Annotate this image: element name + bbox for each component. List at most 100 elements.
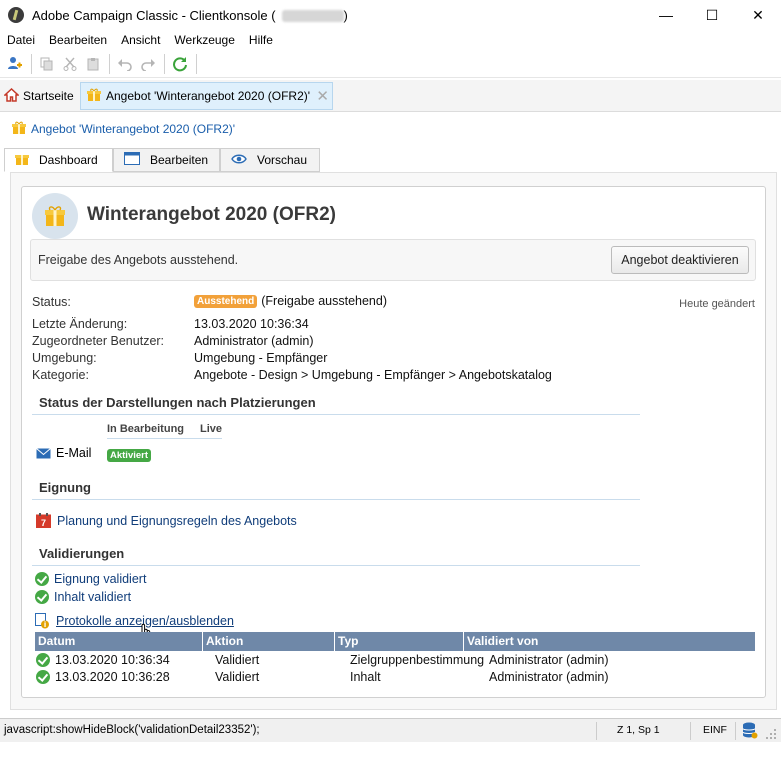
toolbar-separator [196,53,197,74]
toolbar-separator [31,53,32,74]
status-separator [596,722,597,740]
validations-section-title: Validierungen [32,546,640,566]
maximize-button[interactable]: ☐ [689,0,735,30]
toolbar-separator [164,53,165,74]
toolbar-separator [109,53,110,74]
cell-type: Inhalt [350,669,381,684]
resize-grip-icon[interactable] [765,728,777,740]
insert-mode: EINF [703,724,727,736]
table-row[interactable]: 13.03.2020 10:36:34 Validiert Zielgruppe… [35,651,755,668]
check-icon [35,572,49,586]
validation-log-table: Datum Aktion Typ Validiert von 13.03.202… [35,632,755,685]
menu-werkzeuge[interactable]: Werkzeuge [174,33,234,47]
category-value: Angebote - Design > Umgebung - Empfänger… [194,368,552,382]
new-user-icon[interactable] [4,53,26,75]
tab-edit-label: Bearbeiten [150,153,209,167]
tab-preview[interactable]: Vorschau [220,148,320,172]
minimize-button[interactable]: — [643,0,689,30]
gift-icon [45,206,65,226]
menu-bar: Datei Bearbeiten Ansicht Werkzeuge Hilfe [0,30,781,50]
gift-icon [12,121,26,138]
status-separator [735,722,736,740]
last-change-value: 13.03.2020 10:36:34 [194,317,309,331]
gift-icon [87,88,101,105]
tab-edit[interactable]: Bearbeiten [113,148,220,172]
representations-section-title: Status der Darstellungen nach Platzierun… [32,395,640,415]
channel-email-row: E-Mail [36,446,91,460]
menu-datei[interactable]: Datei [7,33,35,47]
tab-offer-label: Angebot 'Winterangebot 2020 (OFR2)' [106,89,311,103]
validation-item-label: Inhalt validiert [54,590,132,604]
offer-avatar [32,193,78,239]
category-label: Kategorie: [32,368,89,382]
menu-hilfe[interactable]: Hilfe [249,33,273,47]
eligibility-section-title: Eignung [32,480,640,500]
table-header: Datum Aktion Typ Validiert von [35,632,755,651]
approval-status-box: Freigabe des Angebots ausstehend. Angebo… [30,239,756,281]
close-tab-icon[interactable]: ✕ [316,87,329,105]
approval-message: Freigabe des Angebots ausstehend. [38,253,239,267]
app-logo-icon [8,7,24,23]
close-window-button[interactable]: ✕ [735,0,781,30]
table-row[interactable]: 13.03.2020 10:36:28 Validiert Inhalt Adm… [35,668,755,685]
envelope-icon [36,447,51,458]
tab-dashboard-label: Dashboard [39,153,98,167]
pending-badge: Ausstehend [194,295,258,309]
status-url: javascript:showHideBlock('validationDeta… [4,724,260,736]
column-header-validated-by[interactable]: Validiert von [464,632,755,651]
document-header: Angebot 'Winterangebot 2020 (OFR2)' [0,114,781,144]
check-icon [36,652,50,667]
content-tabs: Dashboard Bearbeiten Vorschau [0,146,781,172]
gift-icon [15,152,29,169]
eligibility-link-row[interactable]: 7 Planung und Eignungsregeln des Angebot… [36,513,297,528]
validation-item: Inhalt validiert [35,590,131,604]
cut-icon[interactable] [59,53,81,75]
assigned-user-value: Administrator (admin) [194,334,314,348]
tab-offer[interactable]: Angebot 'Winterangebot 2020 (OFR2)' ✕ [80,82,333,110]
status-bar: javascript:showHideBlock('validationDeta… [0,718,781,742]
toolbar [0,50,781,78]
cell-action: Validiert [215,652,260,667]
window-shadow-area [0,742,781,771]
tab-dashboard[interactable]: Dashboard [4,148,113,172]
toggle-logs-row[interactable]: Protokolle anzeigen/ausblenden [35,613,234,629]
eligibility-rules-link[interactable]: Planung und Eignungsregeln des Angebots [57,514,297,528]
column-header-type[interactable]: Typ [335,632,464,651]
col-live: Live [200,423,223,435]
tab-home[interactable]: Startseite [3,86,74,106]
environment-label: Umgebung: [32,351,97,365]
menu-ansicht[interactable]: Ansicht [121,33,160,47]
offer-title: Winterangebot 2020 (OFR2) [87,204,336,225]
environment-value: Umgebung - Empfänger [194,351,328,365]
document-tab-bar: Startseite Angebot 'Winterangebot 2020 (… [0,80,781,112]
window-controls: — ☐ ✕ [643,0,781,30]
active-badge: Aktiviert [107,449,152,462]
column-header-action[interactable]: Aktion [203,632,335,651]
paste-icon[interactable] [82,53,104,75]
validation-item: Eignung validiert [35,572,146,586]
deactivate-offer-button[interactable]: Angebot deaktivieren [611,246,749,274]
check-icon [36,669,50,684]
validation-item-label: Eignung validiert [54,572,147,586]
check-icon [35,590,49,604]
status-separator [690,722,691,740]
status-text: (Freigabe ausstehend) [261,294,388,308]
cell-date: 13.03.2020 10:36:28 [35,669,215,684]
dashboard-panel: Winterangebot 2020 (OFR2) Freigabe des A… [10,172,777,710]
status-label: Status: [32,295,71,309]
tab-preview-label: Vorschau [257,153,308,167]
undo-icon[interactable] [114,53,136,75]
offer-card: Winterangebot 2020 (OFR2) Freigabe des A… [21,186,766,698]
cell-validated-by: Administrator (admin) [489,669,609,684]
window-icon [124,152,140,168]
eye-icon [231,153,247,167]
email-status-cell: Aktiviert [107,447,152,462]
blurred-username [281,10,344,23]
menu-bearbeiten[interactable]: Bearbeiten [49,33,107,47]
copy-icon[interactable] [36,53,58,75]
column-header-date[interactable]: Datum [35,632,203,651]
refresh-icon[interactable] [169,53,191,75]
database-icon [742,722,758,742]
cell-date: 13.03.2020 10:36:34 [35,652,215,667]
redo-icon[interactable] [137,53,159,75]
